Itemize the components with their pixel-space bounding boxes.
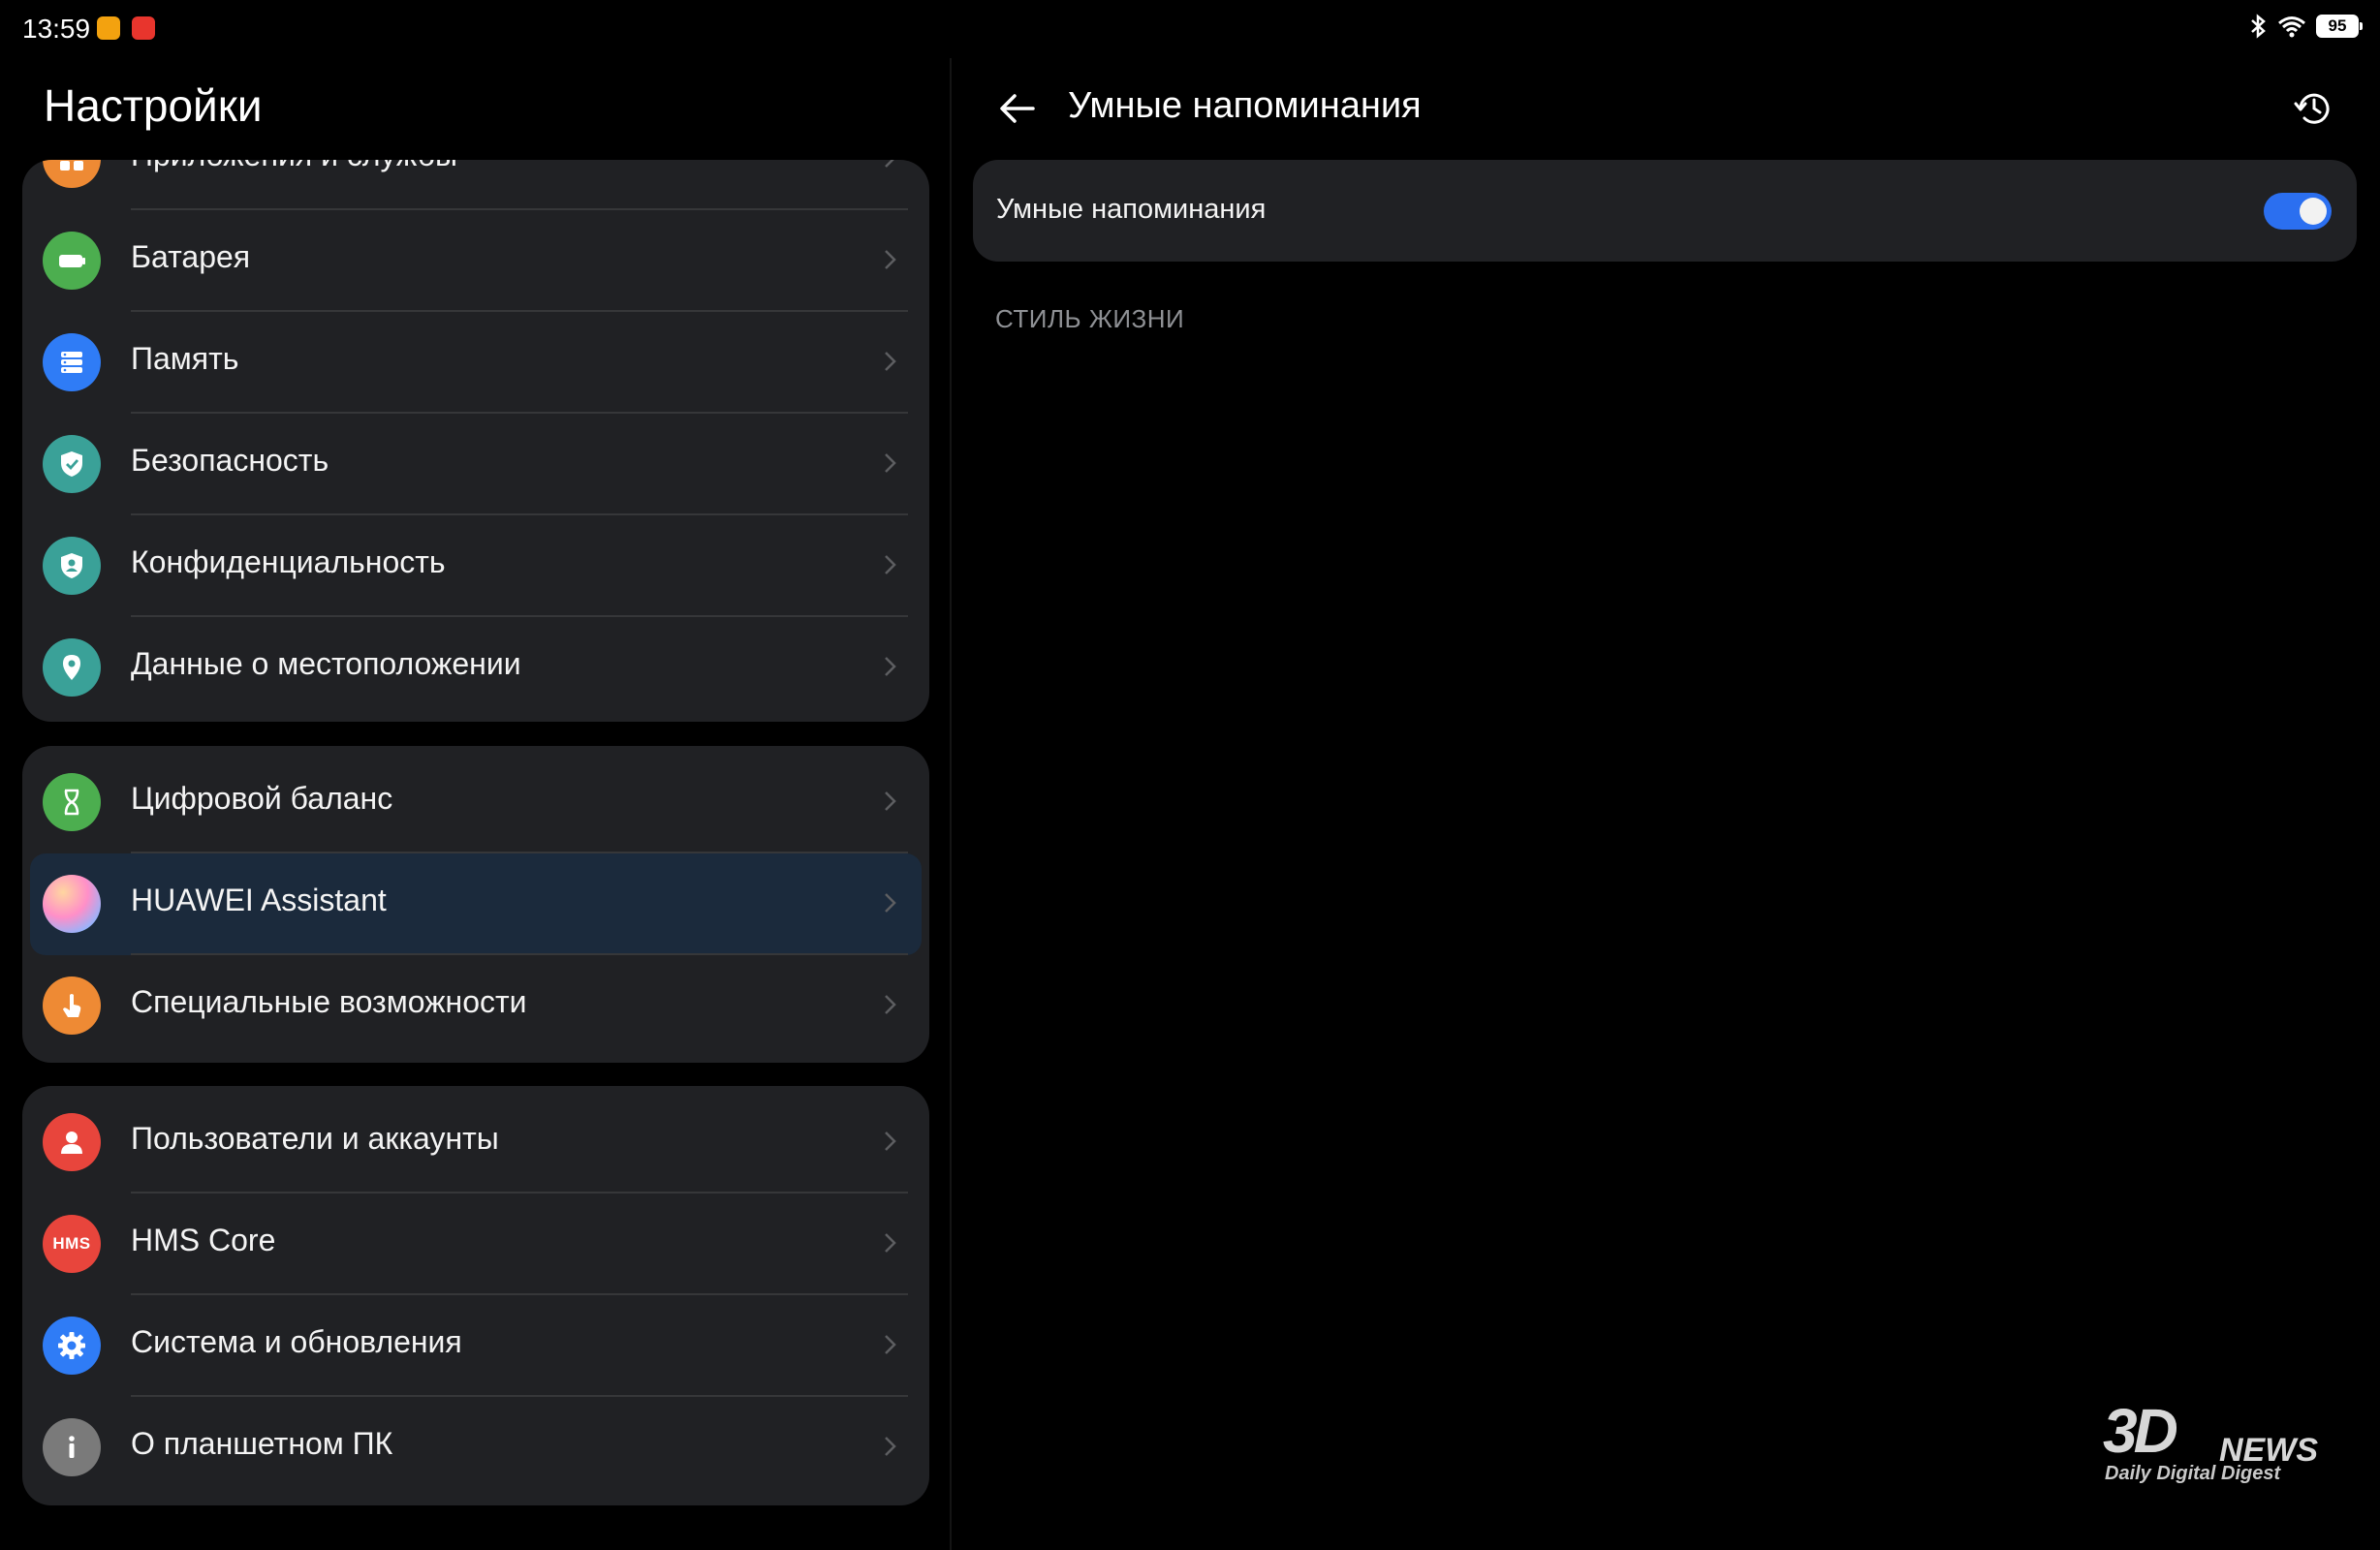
settings-item-label: Конфиденциальность	[131, 544, 446, 579]
hand-pointer-icon	[43, 976, 101, 1035]
settings-item-accessibility[interactable]: Специальные возможности	[22, 955, 929, 1057]
settings-item-security[interactable]: Безопасность	[22, 414, 929, 515]
status-time: 13:59	[22, 14, 91, 44]
chevron-right-icon	[885, 1233, 896, 1253]
settings-item-privacy[interactable]: Конфиденциальность	[22, 515, 929, 617]
watermark-3d: 3D	[2103, 1396, 2178, 1466]
huawei-assistant-icon	[43, 875, 101, 933]
settings-item-label: Безопасность	[131, 443, 329, 478]
info-icon	[43, 1418, 101, 1476]
hourglass-icon	[43, 773, 101, 831]
battery-icon	[43, 232, 101, 290]
notification-app-icon	[97, 16, 120, 40]
chevron-right-icon	[885, 250, 896, 269]
settings-item-label: HUAWEI Assistant	[131, 883, 387, 917]
watermark-tagline: Daily Digital Digest	[2105, 1463, 2281, 1484]
status-bar: 13:59 95	[0, 0, 2380, 58]
smart-reminders-toggle[interactable]	[2264, 193, 2332, 230]
battery-level: 95	[2328, 16, 2347, 35]
settings-item-label: Система и обновления	[131, 1324, 462, 1359]
chevron-right-icon	[885, 160, 894, 168]
settings-item-storage[interactable]: Память	[22, 312, 929, 414]
section-header: СТИЛЬ ЖИЗНИ	[995, 304, 1185, 333]
smart-reminders-setting: Умные напоминания	[973, 160, 2357, 262]
status-indicators: 95	[2248, 14, 2363, 39]
shield-icon	[43, 435, 101, 493]
settings-item-location[interactable]: Данные о местоположении	[22, 617, 929, 719]
history-icon[interactable]	[2293, 87, 2335, 130]
hms-icon: HMS	[43, 1215, 101, 1273]
storage-icon	[43, 333, 101, 391]
detail-title: Умные напоминания	[1068, 85, 1422, 126]
bluetooth-icon	[2251, 14, 2266, 39]
settings-item-apps[interactable]: Приложения и службы	[22, 160, 929, 210]
settings-item-label: О планшетном ПК	[131, 1426, 393, 1461]
battery-indicator: 95	[2316, 15, 2363, 38]
back-arrow-icon[interactable]	[994, 85, 1041, 132]
settings-item-label: Приложения и службы	[131, 160, 457, 173]
settings-item-label: Пользователи и аккаунты	[131, 1121, 499, 1156]
gear-icon	[43, 1317, 101, 1375]
settings-item-label: Данные о местоположении	[131, 646, 521, 681]
chevron-right-icon	[885, 995, 896, 1014]
smart-reminders-label: Умные напоминания	[996, 194, 1267, 225]
chevron-right-icon	[885, 555, 896, 574]
chevron-right-icon	[885, 1437, 896, 1456]
user-icon	[43, 1113, 101, 1171]
wifi-icon	[2278, 16, 2305, 38]
settings-item-digital-balance[interactable]: Цифровой баланс	[22, 752, 929, 853]
apps-icon	[43, 160, 101, 188]
settings-group-2: Цифровой баланс HUAWEI Assistant Специал…	[22, 746, 929, 1063]
settings-item-battery[interactable]: Батарея	[22, 210, 929, 312]
chevron-right-icon	[885, 352, 896, 371]
location-pin-icon	[43, 638, 101, 697]
settings-item-label: Батарея	[131, 239, 251, 274]
settings-group-1: Приложения и службы Батарея Память Безоп…	[22, 160, 929, 722]
settings-item-users-accounts[interactable]: Пользователи и аккаунты	[22, 1092, 929, 1194]
chevron-right-icon	[885, 1132, 896, 1151]
settings-item-label: Память	[131, 341, 239, 376]
settings-item-about-tablet[interactable]: О планшетном ПК	[22, 1397, 929, 1499]
settings-item-label: Специальные возможности	[131, 984, 527, 1019]
settings-group-3: Пользователи и аккаунты HMS HMS Core Сис…	[22, 1086, 929, 1505]
notification-app-icon	[132, 16, 155, 40]
settings-item-hms-core[interactable]: HMS HMS Core	[22, 1194, 929, 1295]
chevron-right-icon	[885, 1335, 896, 1354]
chevron-right-icon	[885, 893, 896, 913]
hms-icon-text: HMS	[52, 1234, 91, 1253]
page-title-overlay: Настройки	[44, 80, 263, 131]
chevron-right-icon	[885, 657, 896, 676]
settings-item-label: HMS Core	[131, 1223, 276, 1257]
privacy-icon	[43, 537, 101, 595]
chevron-right-icon	[885, 791, 896, 811]
settings-item-system-updates[interactable]: Система и обновления	[22, 1295, 929, 1397]
settings-item-label: Цифровой баланс	[131, 781, 393, 816]
chevron-right-icon	[885, 453, 896, 473]
settings-item-huawei-assistant[interactable]: HUAWEI Assistant	[22, 853, 929, 955]
pane-divider	[950, 58, 952, 1550]
